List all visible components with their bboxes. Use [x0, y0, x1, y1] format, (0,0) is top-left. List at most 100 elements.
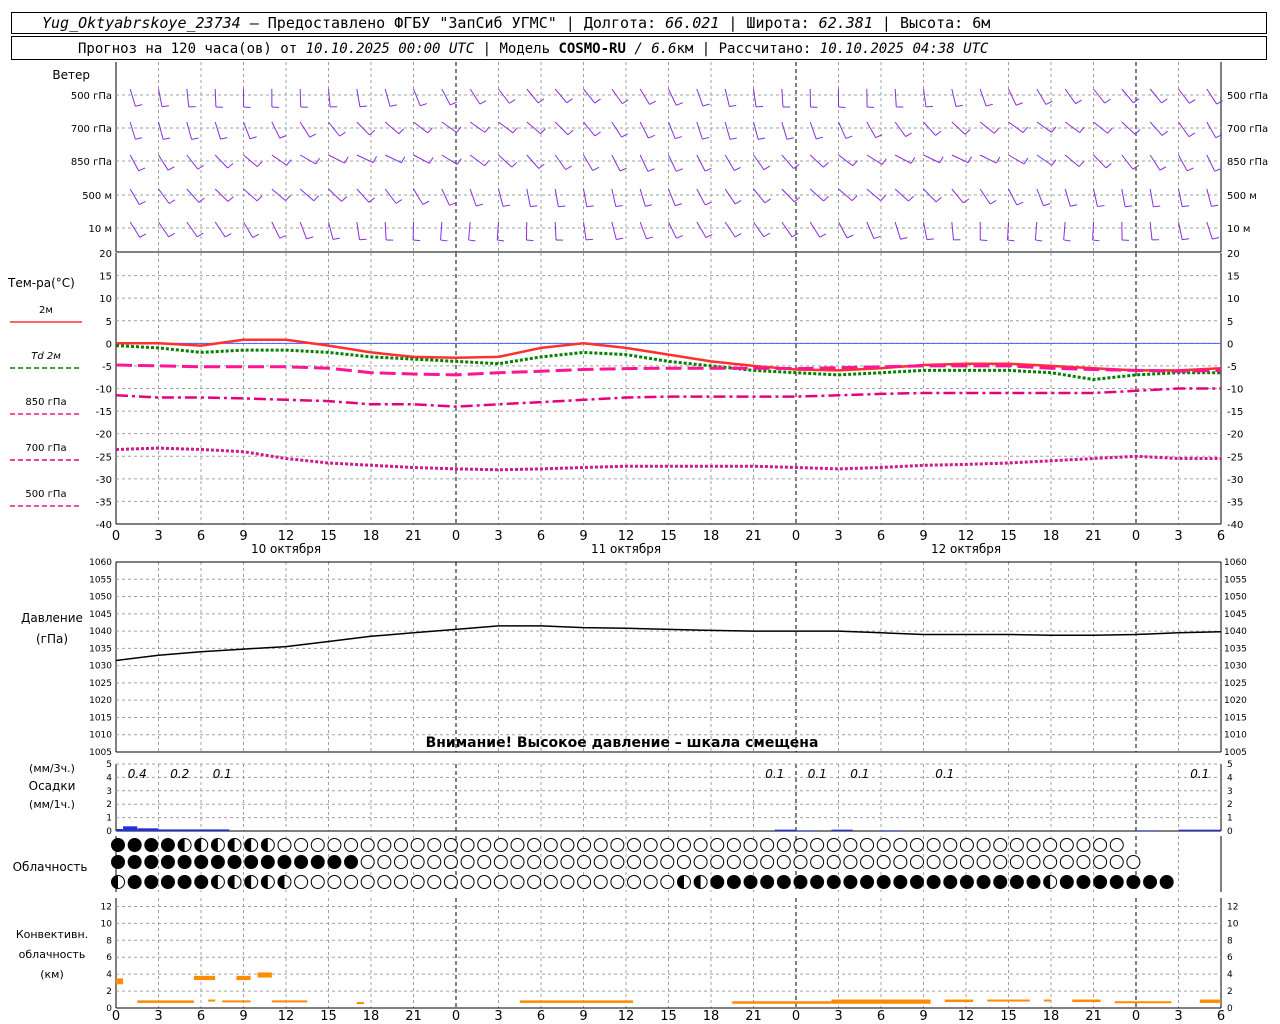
wind-barb-staff	[696, 121, 703, 140]
wind-barb-staff	[866, 121, 877, 138]
cloud-symbol-overcast	[776, 875, 791, 889]
wind-barb-flag	[1043, 203, 1051, 207]
precip-unit-1h: (мм/1ч.)	[29, 798, 75, 811]
wind-barb-flag	[1212, 236, 1220, 240]
wind-barb-staff	[356, 221, 360, 240]
wind-barb-staff	[328, 121, 341, 137]
x-tick-label: 15	[660, 529, 677, 544]
cloud-symbol-partial-fill	[277, 875, 285, 889]
convective-segment	[831, 999, 931, 1004]
wind-barb-flag	[502, 204, 511, 207]
wind-barb-staff	[469, 188, 477, 207]
x-tick-label: 18	[1043, 529, 1060, 544]
x-tick-label: 18	[703, 529, 720, 544]
wind-barb-staff	[186, 88, 190, 107]
cloud-symbol-clear	[993, 838, 1008, 852]
temp-tick-left: -30	[96, 475, 112, 486]
wind-barb-staff	[753, 121, 759, 140]
cloud-symbol-clear	[710, 838, 725, 852]
wind-barb-staff	[639, 188, 646, 207]
wind-barb-staff	[158, 154, 169, 171]
cloud-symbol-clear	[527, 855, 542, 869]
wind-barb-staff	[299, 154, 317, 165]
wind-barb-flag	[359, 105, 367, 108]
cloud-symbol-clear	[793, 838, 808, 852]
wind-barb-staff	[554, 221, 557, 241]
wind-barb-flag	[586, 238, 594, 241]
cloud-symbol-clear	[643, 855, 658, 869]
wind-barb-flag	[359, 238, 367, 241]
wind-barb-flag	[939, 156, 944, 163]
wind-barb-flag	[1216, 100, 1224, 105]
wind-barb-staff	[158, 221, 170, 238]
wind-barb-flag	[648, 134, 655, 139]
pressure-tick-left: 1015	[89, 713, 112, 723]
cloud-symbol-clear	[660, 855, 675, 869]
precip-bar	[116, 828, 124, 831]
wind-barb-flag	[286, 159, 292, 166]
wind-barb-staff	[894, 88, 897, 107]
wind-level-label-right: 10 м	[1227, 224, 1250, 235]
x-tick-label-bottom: 21	[405, 1009, 422, 1024]
temp-tick-right: 20	[1227, 249, 1240, 260]
wind-barb-staff	[271, 121, 281, 139]
cloud-symbol-clear	[760, 855, 775, 869]
wind-barb-flag	[456, 158, 462, 165]
wind-barb-staff	[186, 121, 193, 140]
wind-barb-flag	[989, 200, 997, 205]
cloud-symbol-clear	[776, 838, 791, 852]
x-tick-label: 6	[877, 529, 885, 544]
precip-bar	[831, 829, 853, 831]
cloud-symbol-clear	[660, 838, 675, 852]
cloud-symbol-clear	[943, 855, 958, 869]
x-tick-label: 9	[579, 529, 587, 544]
cloud-symbol-partial-fill	[228, 875, 235, 889]
wind-barb-flag	[1078, 161, 1085, 167]
cloud-symbol-clear	[676, 855, 691, 869]
cloud-symbol-overcast	[177, 855, 192, 869]
cloud-symbol-clear	[660, 875, 675, 889]
wind-barb-flag	[729, 137, 737, 140]
temp-tick-right: 10	[1227, 294, 1240, 305]
cloud-symbol-overcast	[760, 875, 775, 889]
wind-level-label-right: 850 гПа	[1227, 157, 1268, 168]
conv-tick-right: 6	[1227, 953, 1233, 963]
cloud-symbol-clear	[527, 875, 542, 889]
convective-segment	[257, 972, 272, 978]
wind-barb-flag	[791, 232, 799, 238]
conv-tick-left: 10	[101, 919, 113, 929]
cloud-symbol-clear	[1043, 838, 1058, 852]
wind-barb-staff	[441, 188, 450, 206]
cloud-symbol-overcast	[227, 855, 242, 869]
cloud-symbol-clear	[610, 838, 625, 852]
wind-barb-staff	[271, 154, 287, 166]
wind-barb-staff	[1149, 188, 1154, 207]
cloud-symbol-overcast	[860, 875, 875, 889]
wind-barb-flag	[905, 132, 912, 138]
cloud-symbol-clear	[577, 875, 592, 889]
wind-barb-flag	[1097, 205, 1105, 208]
wind-barb-flag	[900, 237, 908, 240]
wind-barb-flag	[594, 98, 601, 104]
temp-legend-label: 850 гПа	[25, 397, 66, 408]
cloud-symbol-clear	[976, 855, 991, 869]
temp-tick-right: 0	[1227, 339, 1233, 350]
wind-barb-staff	[440, 221, 443, 240]
wind-barb-staff	[979, 188, 991, 205]
wind-barb-flag	[622, 99, 629, 105]
x-tick-label-bottom: 21	[745, 1009, 762, 1024]
pressure-tick-right: 1030	[1224, 662, 1247, 672]
precip-tick-left: 3	[106, 787, 112, 797]
wind-barb-staff	[724, 221, 736, 238]
cloud-symbol-overcast	[294, 855, 309, 869]
conv-tick-right: 8	[1227, 936, 1233, 946]
wind-barb-flag	[1214, 168, 1222, 172]
x-tick-label-bottom: 0	[112, 1009, 120, 1024]
convective-segment	[944, 999, 974, 1003]
convective-segment	[116, 978, 124, 985]
cloud-symbol-overcast	[111, 855, 125, 869]
temp-tick-right: 5	[1227, 317, 1233, 328]
cloud-symbol-clear	[510, 838, 525, 852]
wind-barb-staff	[384, 221, 387, 241]
wind-barb-flag	[985, 103, 993, 107]
